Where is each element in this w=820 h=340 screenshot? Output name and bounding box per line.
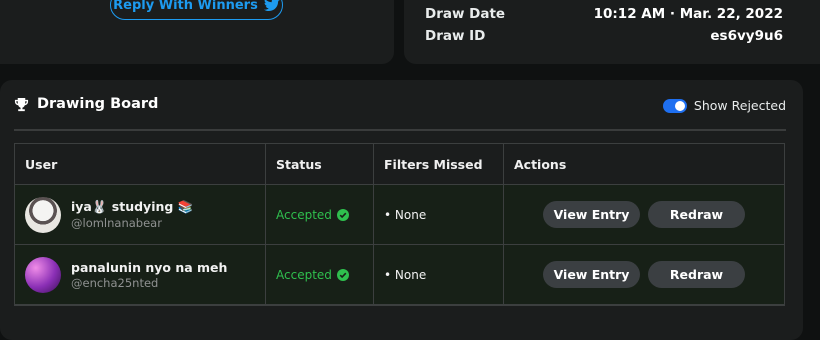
user-cell: iya🐰 studying 📚 @lomlnanabear bbox=[15, 185, 266, 244]
header-user: User bbox=[15, 144, 266, 184]
actions-cell: View Entry Redraw bbox=[504, 245, 784, 304]
reply-button-label: Reply With Winners bbox=[113, 0, 258, 13]
user-handle[interactable]: @encha25nted bbox=[71, 276, 227, 290]
table-row: panalunin nyo na meh @encha25nted Accept… bbox=[15, 245, 784, 305]
check-circle-icon bbox=[336, 268, 349, 281]
status-badge: Accepted bbox=[276, 268, 349, 282]
draw-date-label: Draw Date bbox=[425, 6, 506, 22]
filters-cell: • None bbox=[374, 245, 504, 304]
status-cell: Accepted bbox=[266, 245, 374, 304]
view-entry-button[interactable]: View Entry bbox=[543, 261, 640, 288]
board-title: Drawing Board bbox=[37, 96, 159, 112]
entries-table: User Status Filters Missed Actions iya🐰 … bbox=[14, 143, 785, 306]
show-rejected-label: Show Rejected bbox=[693, 98, 786, 113]
drawing-board-header: Drawing Board bbox=[14, 96, 158, 112]
filters-missed-value: • None bbox=[384, 207, 427, 222]
redraw-button[interactable]: Redraw bbox=[648, 261, 745, 288]
reply-with-winners-button[interactable]: Reply With Winners bbox=[110, 0, 283, 20]
status-text: Accepted bbox=[276, 207, 332, 222]
header-divider bbox=[14, 129, 786, 131]
show-rejected-control: Show Rejected bbox=[662, 98, 786, 113]
status-cell: Accepted bbox=[266, 185, 374, 244]
twitter-icon bbox=[263, 0, 280, 11]
status-text: Accepted bbox=[276, 267, 332, 282]
table-header: User Status Filters Missed Actions bbox=[15, 144, 784, 185]
draw-date-value: 10:12 AM · Mar. 22, 2022 bbox=[593, 6, 783, 22]
check-circle-icon bbox=[336, 208, 349, 221]
draw-date-row: Draw Date 10:12 AM · Mar. 22, 2022 bbox=[425, 6, 783, 22]
view-entry-button[interactable]: View Entry bbox=[543, 201, 640, 228]
avatar[interactable] bbox=[25, 256, 61, 293]
user-cell: panalunin nyo na meh @encha25nted bbox=[15, 245, 266, 304]
user-display-name: panalunin nyo na meh bbox=[71, 259, 228, 275]
draw-id-label: Draw ID bbox=[425, 28, 486, 44]
user-handle[interactable]: @lomlnanabear bbox=[71, 216, 193, 230]
filters-cell: • None bbox=[374, 185, 504, 244]
header-actions: Actions bbox=[514, 156, 567, 172]
toggle-knob bbox=[674, 100, 685, 111]
table-row: iya🐰 studying 📚 @lomlnanabear Accepted •… bbox=[15, 185, 784, 245]
header-status: Status bbox=[266, 144, 374, 184]
user-display-name: iya🐰 studying 📚 bbox=[71, 199, 194, 214]
avatar[interactable] bbox=[25, 196, 61, 233]
draw-id-row: Draw ID es6vy9u6 bbox=[425, 28, 783, 44]
show-rejected-toggle[interactable] bbox=[662, 98, 687, 113]
filters-missed-value: • None bbox=[384, 267, 427, 282]
status-badge: Accepted bbox=[276, 208, 349, 222]
header-filters-missed: Filters Missed bbox=[374, 144, 504, 184]
draw-id-value: es6vy9u6 bbox=[710, 28, 783, 44]
trophy-icon bbox=[14, 97, 29, 111]
actions-cell: View Entry Redraw bbox=[504, 185, 784, 244]
redraw-button[interactable]: Redraw bbox=[648, 201, 745, 228]
